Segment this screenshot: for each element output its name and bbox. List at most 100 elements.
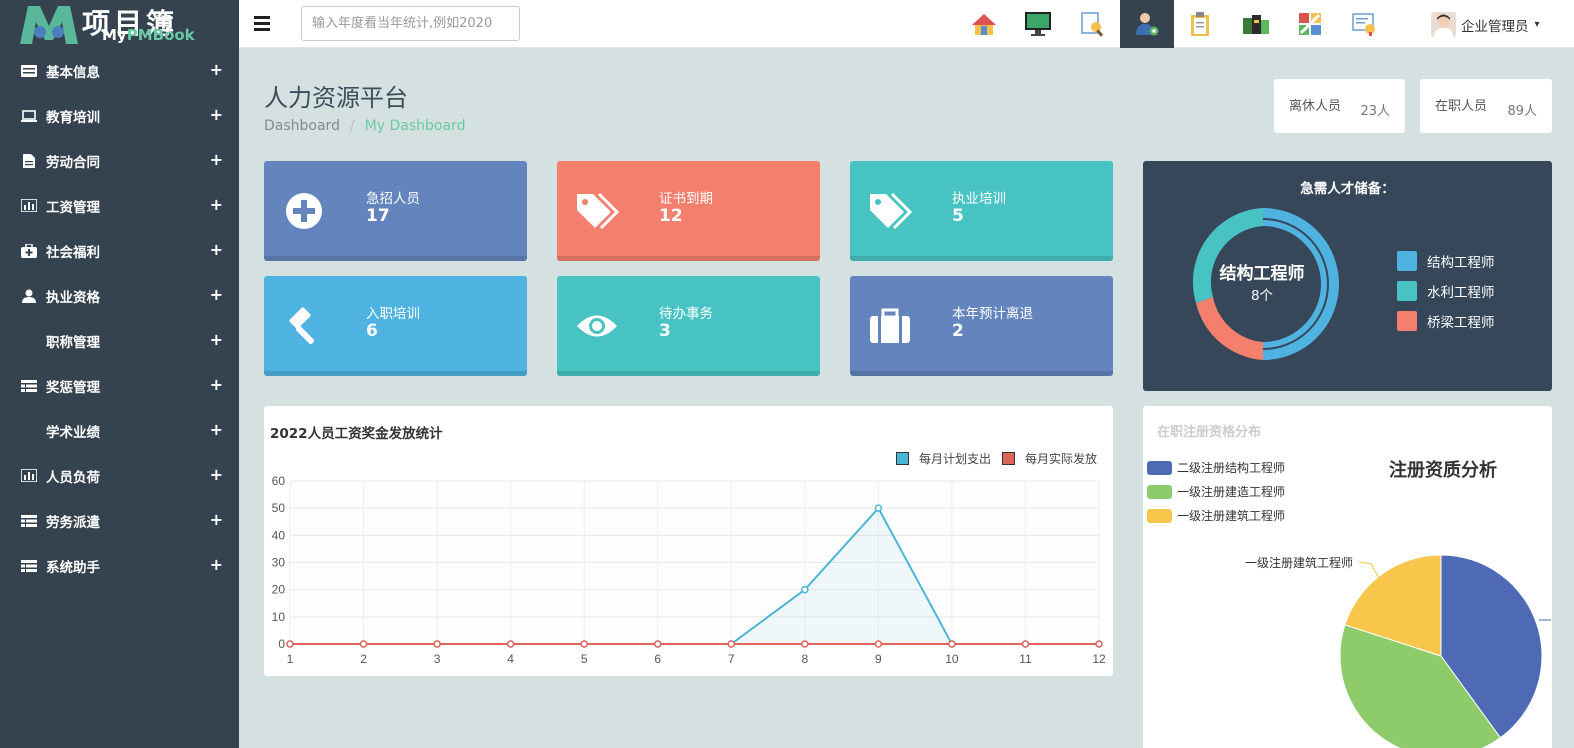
x-tick-label: 10 — [945, 652, 959, 666]
x-tick-label: 9 — [875, 652, 882, 666]
pie-callout-label: 一级注册建筑工程师 — [1245, 556, 1354, 570]
tile-label: 急招人员 — [366, 191, 420, 207]
sidebar-item-workload[interactable]: 人员负荷 + — [0, 453, 239, 498]
menu-toggle-icon[interactable] — [254, 16, 270, 31]
sidebar-item-qualification[interactable]: 执业资格 + — [0, 273, 239, 318]
expand-icon[interactable]: + — [210, 510, 223, 529]
expand-icon[interactable]: + — [210, 60, 223, 79]
sidebar-item-dispatch[interactable]: 劳务派遣 + — [0, 498, 239, 543]
expand-icon[interactable]: + — [210, 555, 223, 574]
search-doc-icon[interactable] — [1065, 0, 1119, 48]
sidebar-item-title-mgmt[interactable]: 职称管理 + — [0, 318, 239, 363]
sidebar-item-welfare[interactable]: 社会福利 + — [0, 228, 239, 273]
sidebar-item-assistant[interactable]: 系统助手 + — [0, 543, 239, 588]
table-icon — [20, 559, 38, 573]
avatar — [1431, 12, 1456, 37]
tile-value: 17 — [366, 206, 390, 226]
certificate-icon[interactable] — [1337, 0, 1391, 48]
briefcase-icon — [868, 304, 912, 348]
tile-label: 入职培训 — [366, 306, 420, 322]
tile-label: 本年预计离退 — [952, 306, 1033, 322]
chart-doc-icon[interactable] — [1283, 0, 1337, 48]
tile-onboarding-training[interactable]: 入职培训 6 — [264, 276, 527, 376]
books-icon[interactable] — [1229, 0, 1283, 48]
expand-icon[interactable]: + — [210, 240, 223, 259]
monitor-icon[interactable] — [1011, 0, 1065, 48]
x-tick-label: 1 — [287, 652, 294, 666]
x-tick-label: 11 — [1019, 652, 1032, 666]
data-point — [727, 640, 736, 648]
donut-center-value: 8个 — [1250, 288, 1274, 304]
active-staff-stat[interactable]: 在职人员 89人 — [1420, 79, 1552, 133]
legend-item[interactable]: 水利工程师 — [1397, 281, 1495, 301]
laptop-icon — [20, 109, 38, 123]
legend-item[interactable]: 桥梁工程师 — [1397, 311, 1495, 331]
breadcrumb-separator: / — [349, 118, 355, 134]
qualification-chart-card: 在职注册资格分布 注册资质分析 二级注册结构工程师 一级注册建造工程师 一级注册… — [1143, 406, 1552, 748]
stat-value: 89人 — [1507, 104, 1537, 119]
tile-label: 执业培训 — [952, 191, 1006, 207]
breadcrumb-root[interactable]: Dashboard — [264, 118, 340, 134]
retired-staff-stat[interactable]: 离休人员 23人 — [1274, 79, 1405, 133]
data-point — [801, 585, 809, 594]
sidebar-item-label: 劳动合同 — [46, 154, 100, 171]
person-settings-icon[interactable] — [1120, 0, 1174, 48]
sidebar-item-basic-info[interactable]: 基本信息 + — [0, 48, 239, 93]
sidebar-item-education[interactable]: 教育培训 + — [0, 93, 239, 138]
user-menu[interactable]: 企业管理员 ▾ — [1431, 12, 1540, 37]
sidebar-item-label: 劳务派遣 — [46, 514, 100, 531]
sidebar-item-academic[interactable]: 学术业绩 + — [0, 408, 239, 453]
sidebar-item-label: 人员负荷 — [46, 469, 100, 486]
tile-expected-retire[interactable]: 本年预计离退 2 — [850, 276, 1113, 376]
sidebar-item-label: 教育培训 — [46, 109, 100, 126]
user-name: 企业管理员 — [1461, 18, 1529, 35]
expand-icon[interactable]: + — [210, 375, 223, 394]
sidebar-item-rewards[interactable]: 奖惩管理 + — [0, 363, 239, 408]
x-tick-label: 3 — [434, 652, 441, 666]
stat-label: 离休人员 — [1289, 99, 1342, 114]
x-tick-label: 8 — [801, 652, 808, 666]
data-point — [1095, 640, 1103, 648]
home-icon[interactable] — [957, 0, 1011, 48]
tile-urgent-recruit[interactable]: 急招人员 17 — [264, 161, 527, 261]
sidebar-item-label: 基本信息 — [46, 64, 100, 81]
expand-icon[interactable]: + — [210, 330, 223, 349]
tile-cert-expiring[interactable]: 证书到期 12 — [557, 161, 820, 261]
data-point — [801, 640, 809, 648]
donut-segment-hydraulic — [1196, 297, 1263, 360]
medkit-icon — [20, 243, 38, 258]
expand-icon[interactable]: + — [210, 105, 223, 124]
sidebar-item-contract[interactable]: 劳动合同 + — [0, 138, 239, 183]
user-tie-icon — [20, 289, 38, 303]
app-logo[interactable]: 项目簿 MyPMBook — [18, 2, 218, 46]
tile-todo[interactable]: 待办事务 3 — [557, 276, 820, 376]
clipboard-icon[interactable] — [1174, 0, 1228, 48]
sidebar-item-label: 执业资格 — [46, 289, 100, 306]
gavel-icon — [282, 304, 326, 348]
y-tick-label: 50 — [272, 501, 286, 515]
data-point — [874, 504, 883, 512]
year-search-input[interactable] — [301, 6, 520, 41]
expand-icon[interactable]: + — [210, 150, 223, 169]
stat-label: 在职人员 — [1435, 99, 1488, 114]
sidebar-item-label: 学术业绩 — [46, 424, 100, 441]
expand-icon[interactable]: + — [210, 420, 223, 439]
expand-icon[interactable]: + — [210, 465, 223, 484]
sidebar-item-salary[interactable]: 工资管理 + — [0, 183, 239, 228]
y-tick-label: 20 — [272, 583, 286, 597]
expand-icon[interactable]: + — [210, 195, 223, 214]
y-tick-label: 30 — [272, 556, 286, 570]
y-tick-label: 60 — [272, 474, 286, 488]
data-point — [359, 640, 368, 648]
data-point — [506, 640, 515, 648]
data-point — [580, 640, 588, 648]
legend-item[interactable]: 结构工程师 — [1397, 251, 1495, 271]
tile-value: 6 — [366, 321, 378, 341]
tile-practice-training[interactable]: 执业培训 5 — [850, 161, 1113, 261]
expand-icon[interactable]: + — [210, 285, 223, 304]
talent-reserve-panel: 急需人才储备： 结构工程师 8个 结构工程师 水利工程师 桥梁工程师 — [1143, 161, 1552, 391]
breadcrumb-current: My Dashboard — [364, 118, 466, 134]
id-card-icon — [20, 64, 38, 78]
tile-value: 5 — [952, 206, 964, 226]
table-icon — [20, 379, 38, 393]
